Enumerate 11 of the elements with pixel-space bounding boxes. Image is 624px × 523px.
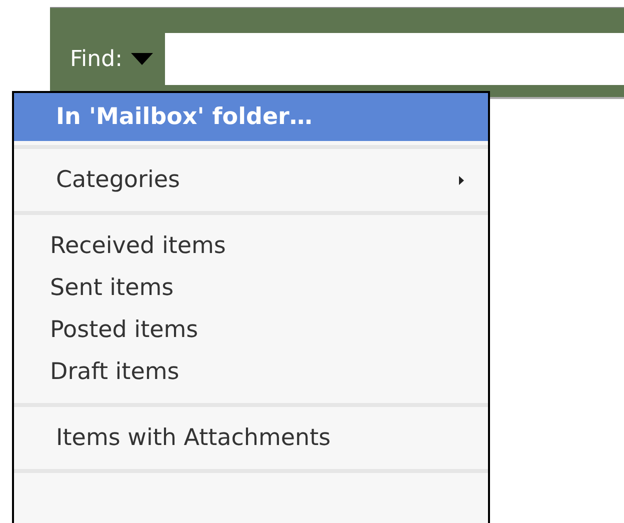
menu-item[interactable]: Received items	[14, 225, 488, 267]
menu-item[interactable]: Draft items	[14, 351, 488, 393]
submenu-arrow-icon	[459, 176, 464, 184]
menu-item[interactable]: Sent items	[14, 267, 488, 309]
search-field[interactable]	[164, 33, 624, 85]
menu-item[interactable]: Posted items	[14, 309, 488, 351]
find-menu-button[interactable]: Find:	[50, 33, 164, 85]
menu-item[interactable]: In 'Mailbox' folder…	[14, 93, 488, 141]
menu-item[interactable]: Categories	[14, 159, 488, 201]
caret-down-icon	[130, 53, 152, 65]
menu-item[interactable]: Items with Attachments	[14, 417, 488, 459]
